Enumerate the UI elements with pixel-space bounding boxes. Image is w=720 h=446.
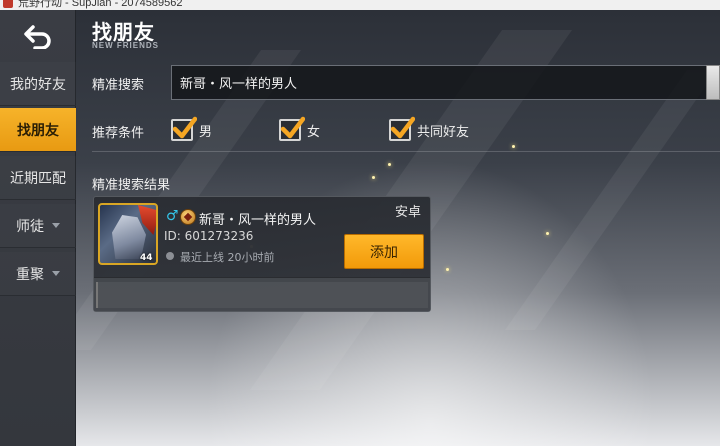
sidebar-item-recent-matches[interactable]: 近期匹配 [0, 156, 76, 200]
back-arrow-icon [24, 25, 51, 49]
sidebar-item-label: 我的好友 [10, 76, 66, 93]
sidebar-item-reunion[interactable]: 重聚 [0, 252, 76, 296]
search-label: 精准搜索 [92, 78, 145, 93]
chevron-down-icon [52, 223, 60, 228]
sidebar-item-label: 师徒 [16, 218, 44, 235]
divider [92, 151, 720, 152]
filter-checkbox-mutual-friends[interactable]: 共同好友 [389, 116, 470, 141]
checkbox-label: 男 [199, 124, 213, 140]
friend-id: ID: 601273236 [164, 229, 254, 243]
sidebar-item-label: 重聚 [16, 266, 44, 283]
filter-label: 推荐条件 [92, 126, 145, 141]
filter-checkbox-female[interactable]: 女 [279, 116, 321, 141]
level-badge: 44 [140, 253, 153, 263]
checkbox[interactable] [279, 116, 305, 141]
last-online-status: 最近上线 20小时前 [180, 251, 275, 264]
checkbox[interactable] [389, 116, 415, 141]
window-titlebar: 荒野行动 - SupJian - 2074589562 [0, 0, 720, 10]
window-title: 荒野行动 - SupJian - 2074589562 [18, 0, 183, 9]
checkmark-icon [390, 116, 415, 139]
avatar[interactable]: 44 [98, 203, 158, 265]
checkbox[interactable] [171, 116, 197, 141]
filter-checkbox-male[interactable]: 男 [171, 116, 213, 141]
offline-status-icon [166, 252, 174, 260]
chevron-down-icon [52, 271, 60, 276]
sidebar-item-label: 找朋友 [17, 122, 59, 139]
search-input[interactable] [180, 75, 706, 90]
friend-result-card: 44 ♂ 新哥・风一样的男人 安卓 ID: 601273236 最近上线 20小… [93, 196, 431, 312]
search-field[interactable] [171, 65, 707, 100]
back-button[interactable] [0, 10, 76, 62]
app-icon [3, 0, 13, 8]
sidebar: 我的好友 找朋友 近期匹配 师徒 重聚 [0, 10, 76, 446]
results-label: 精准搜索结果 [92, 178, 171, 193]
platform-label: 安卓 [395, 205, 422, 220]
page-subtitle: NEW FRIENDS [92, 41, 159, 50]
sidebar-item-label: 近期匹配 [10, 170, 66, 187]
sidebar-item-find-friends[interactable]: 找朋友 [0, 108, 76, 152]
card-footer-bar [96, 282, 428, 308]
add-friend-button[interactable]: 添加 [344, 234, 424, 269]
sidebar-item-mentorship[interactable]: 师徒 [0, 204, 76, 248]
rank-medal-icon [180, 209, 196, 225]
friend-name: 新哥・风一样的男人 [199, 213, 317, 228]
checkmark-icon [172, 116, 197, 139]
sidebar-item-my-friends[interactable]: 我的好友 [0, 62, 76, 106]
checkmark-icon [280, 116, 305, 139]
checkbox-label: 女 [307, 124, 321, 140]
checkbox-label: 共同好友 [417, 124, 470, 140]
card-footer [94, 277, 430, 311]
male-icon: ♂ [166, 208, 179, 224]
search-button[interactable] [706, 65, 720, 100]
